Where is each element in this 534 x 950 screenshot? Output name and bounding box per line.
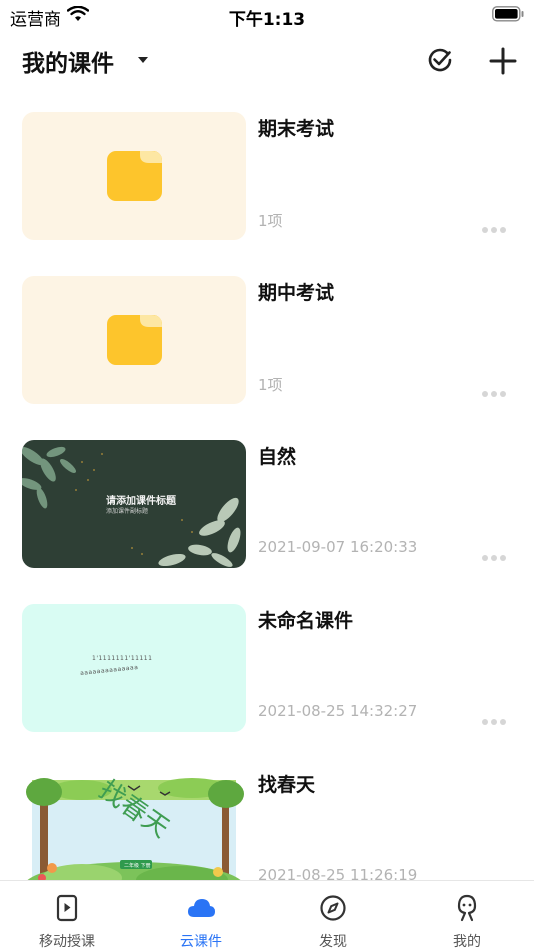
list-item[interactable]: 期中考试 1项 xyxy=(0,276,534,440)
item-title: 期中考试 xyxy=(258,282,335,304)
item-timestamp: 2021-08-25 11:26:19 xyxy=(258,866,418,880)
slide-thumbnail[interactable]: 1'1111111'11111 aaaaaaaaaaaaaa xyxy=(22,604,246,732)
list-item[interactable]: 期末考试 1项 xyxy=(0,112,534,276)
item-count: 1项 xyxy=(258,212,283,230)
chevron-down-icon[interactable] xyxy=(138,57,148,63)
item-timestamp: 2021-09-07 16:20:33 xyxy=(258,538,418,556)
page-title[interactable]: 我的课件 xyxy=(22,44,114,78)
thumbnail-text: 1'1111111'11111 xyxy=(92,655,153,662)
folder-icon xyxy=(107,315,162,365)
select-check-icon[interactable] xyxy=(426,46,454,74)
thumbnail-badge: 二年级 下册 xyxy=(124,862,151,869)
thumbnail-title: 请添加课件标题 xyxy=(106,496,176,507)
thumbnail-text: aaaaaaaaaaaaaa xyxy=(79,663,139,678)
cloud-icon xyxy=(188,899,215,917)
tab-bar: 移动授课 云课件 发现 我的 xyxy=(0,880,534,950)
status-bar: 运营商 下午1:13 xyxy=(0,0,534,30)
item-title: 自然 xyxy=(258,446,297,468)
tab-label: 移动授课 xyxy=(39,934,95,950)
slide-thumbnail[interactable]: 找春天 二年级 下册 xyxy=(22,768,246,880)
tab-label: 云课件 xyxy=(180,934,222,950)
tab-mobile-teaching[interactable]: 移动授课 xyxy=(0,881,134,950)
item-title: 期末考试 xyxy=(258,118,335,140)
list-item[interactable]: 请添加课件标题 添加课件副标题 自然 2021-09-07 16:20:33 xyxy=(0,440,534,604)
person-icon xyxy=(457,894,477,922)
more-icon[interactable] xyxy=(482,710,510,725)
more-icon[interactable] xyxy=(482,546,510,561)
status-time: 下午1:13 xyxy=(228,10,306,30)
courseware-list: 期末考试 1项 期中考试 1项 请添加课件标题 添加课件副标题 自然 2021-… xyxy=(0,112,534,880)
tab-cloud-courseware[interactable]: 云课件 xyxy=(134,881,268,950)
more-icon[interactable] xyxy=(482,218,510,233)
folder-icon xyxy=(107,151,162,201)
tab-label: 发现 xyxy=(319,934,347,950)
list-item[interactable]: 找春天 二年级 下册 找春天 2021-08-25 11:26:19 xyxy=(0,768,534,880)
item-title: 未命名课件 xyxy=(258,610,354,632)
thumbnail-subtitle: 添加课件副标题 xyxy=(106,508,149,515)
item-timestamp: 2021-08-25 14:32:27 xyxy=(258,702,418,720)
more-icon[interactable] xyxy=(482,382,510,397)
tab-discover[interactable]: 发现 xyxy=(266,881,400,950)
slide-thumbnail[interactable]: 请添加课件标题 添加课件副标题 xyxy=(22,440,246,568)
add-icon[interactable] xyxy=(488,46,518,76)
phone-play-icon xyxy=(56,894,78,922)
folder-thumbnail[interactable] xyxy=(22,112,246,240)
item-title: 找春天 xyxy=(258,774,316,796)
item-count: 1项 xyxy=(258,376,283,394)
compass-icon xyxy=(320,895,346,921)
tab-label: 我的 xyxy=(453,934,481,950)
tab-mine[interactable]: 我的 xyxy=(400,881,534,950)
spring-scene-illustration: 找春天 二年级 下册 xyxy=(26,775,244,880)
battery-icon xyxy=(492,6,524,22)
list-item[interactable]: 1'1111111'11111 aaaaaaaaaaaaaa 未命名课件 202… xyxy=(0,604,534,768)
folder-thumbnail[interactable] xyxy=(22,276,246,404)
header: 我的课件 xyxy=(0,38,534,86)
